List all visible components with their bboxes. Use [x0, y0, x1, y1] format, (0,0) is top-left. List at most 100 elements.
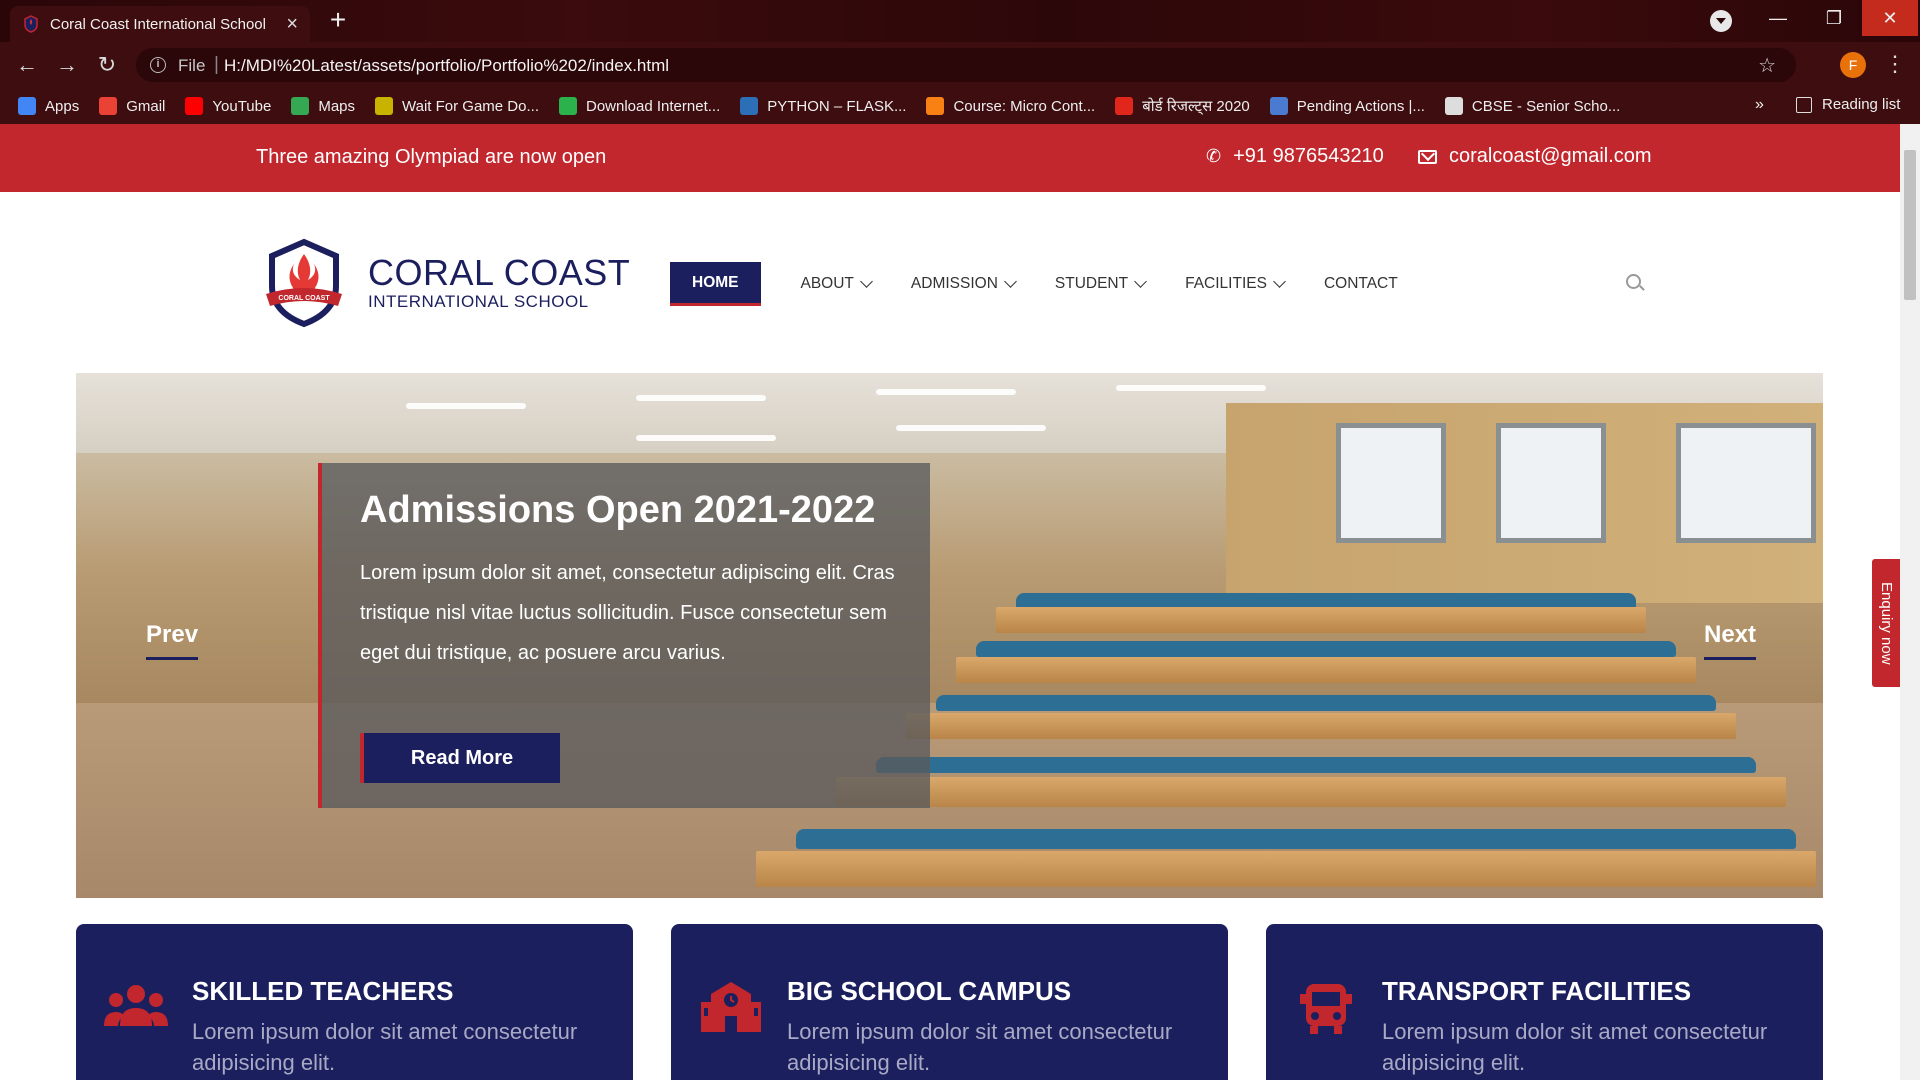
- chevron-down-icon: [1273, 275, 1286, 288]
- school-crest-logo[interactable]: CORAL COAST: [256, 234, 352, 330]
- url-separator: |: [214, 54, 219, 75]
- ceiling-light: [636, 435, 776, 441]
- nav-label: ABOUT: [800, 275, 854, 292]
- reading-list-button[interactable]: Reading list: [1796, 96, 1900, 113]
- address-bar[interactable]: i File | H:/MDI%20Latest/assets/portfoli…: [136, 48, 1796, 82]
- users-group-icon: [104, 985, 168, 1026]
- bookmark-item[interactable]: Pending Actions |...: [1269, 97, 1425, 115]
- green-flag-icon: [559, 97, 577, 115]
- bookmark-item[interactable]: बोर्ड रिजल्ट्स 2020: [1115, 96, 1250, 116]
- desk-row: [906, 713, 1736, 739]
- bookmarks-overflow-button[interactable]: »: [1755, 96, 1764, 114]
- chevron-down-icon: [860, 275, 873, 288]
- bookmark-item[interactable]: CBSE - Senior Scho...: [1444, 97, 1620, 115]
- chair-row: [976, 641, 1676, 657]
- nav-item-home[interactable]: HOME: [670, 262, 761, 306]
- new-tab-button[interactable]: +: [322, 6, 354, 36]
- feature-text: Lorem ipsum dolor sit amet consectetur a…: [1382, 1019, 1768, 1075]
- site-info-icon[interactable]: i: [150, 57, 166, 73]
- tab-close-icon[interactable]: ×: [286, 14, 298, 34]
- bookmark-star-icon[interactable]: ☆: [1758, 53, 1776, 78]
- reload-icon[interactable]: ↻: [92, 50, 122, 80]
- bookmark-item[interactable]: Course: Micro Cont...: [926, 97, 1095, 115]
- enquiry-now-tab[interactable]: Enquiry now: [1872, 559, 1900, 687]
- flask-icon: [740, 97, 759, 115]
- main-navigation: HOME ABOUT ADMISSION STUDENT FACILITIES CONTA…: [670, 262, 1438, 306]
- desk-row: [956, 657, 1696, 683]
- hero-title: Admissions Open 2021-2022: [360, 489, 876, 531]
- bookmark-item[interactable]: Apps: [18, 97, 79, 115]
- url-text[interactable]: H:/MDI%20Latest/assets/portfolio/Portfol…: [224, 56, 669, 76]
- restore-button[interactable]: ❐: [1806, 0, 1862, 36]
- maps-pin-icon: [291, 97, 310, 115]
- chevron-down-icon: [1134, 275, 1147, 288]
- c-logo-icon: [1269, 97, 1288, 115]
- school-name[interactable]: CORAL COAST: [368, 252, 630, 294]
- school-subtitle: INTERNATIONAL SCHOOL: [368, 292, 589, 311]
- apps-grid-icon: [18, 97, 36, 115]
- news18-icon: [1115, 97, 1134, 115]
- url-scheme-label: File: [178, 56, 206, 75]
- envelope-icon: [1418, 149, 1437, 164]
- bookmark-item[interactable]: PYTHON – FLASK...: [740, 97, 906, 115]
- bookmark-label: Course: Micro Cont...: [953, 97, 1096, 115]
- slider-next-button[interactable]: Next: [1704, 621, 1757, 660]
- nav-label: STUDENT: [1054, 275, 1129, 292]
- desk-row: [996, 607, 1646, 633]
- bookmark-label: Pending Actions |...: [1296, 97, 1425, 115]
- bookmark-item[interactable]: Maps: [291, 97, 355, 115]
- site-header: CORAL COAST CORAL COAST INTERNATIONAL SC…: [0, 192, 1900, 372]
- bookmark-label: बोर्ड रिजल्ट्स 2020: [1142, 98, 1250, 115]
- hero-window: [1676, 423, 1816, 543]
- gmail-icon: [99, 97, 118, 115]
- school-building-icon: [701, 982, 761, 1032]
- browser-toolbar: ← → ↻ i File | H:/MDI%20Latest/assets/po…: [0, 42, 1920, 88]
- feature-title: TRANSPORT FACILITIES: [1382, 976, 1692, 1006]
- chair-row: [876, 757, 1756, 773]
- profile-avatar[interactable]: F: [1840, 52, 1866, 78]
- bookmark-item[interactable]: YouTube: [185, 97, 271, 115]
- page-scrollbar[interactable]: [1900, 124, 1920, 1080]
- feature-text: Lorem ipsum dolor sit amet consectetur a…: [192, 1019, 578, 1075]
- hero-window: [1336, 423, 1446, 543]
- ceiling-light: [1116, 385, 1266, 391]
- ipc-games-icon: [375, 97, 394, 115]
- moodle-icon: [926, 97, 945, 115]
- nav-item-admission[interactable]: ADMISSION: [911, 262, 1017, 306]
- tab-search-icon[interactable]: [1710, 10, 1732, 32]
- nav-item-student[interactable]: STUDENT: [1054, 262, 1147, 306]
- read-more-button[interactable]: Read More: [360, 733, 560, 783]
- scrollbar-thumb[interactable]: [1904, 150, 1916, 300]
- window-close-button[interactable]: ✕: [1862, 0, 1918, 36]
- nav-item-contact[interactable]: CONTACT: [1324, 262, 1398, 306]
- minimize-button[interactable]: —: [1750, 0, 1806, 36]
- reading-list-icon: [1796, 96, 1812, 113]
- nav-item-about[interactable]: ABOUT: [800, 262, 873, 306]
- back-arrow-icon[interactable]: ←: [12, 50, 42, 80]
- bookmark-item[interactable]: Download Internet...: [559, 97, 720, 115]
- hero-window: [1496, 423, 1606, 543]
- feature-title: BIG SCHOOL CAMPUS: [787, 976, 1072, 1006]
- bookmark-item[interactable]: Gmail: [99, 97, 165, 115]
- nav-item-facilities[interactable]: FACILITIES: [1185, 262, 1286, 306]
- hero-description: Lorem ipsum dolor sit amet, consectetur …: [360, 562, 895, 664]
- phone-contact[interactable]: ✆ +91 9876543210: [1206, 145, 1384, 168]
- globe-icon: [1444, 97, 1463, 115]
- chevron-down-icon: [1004, 275, 1017, 288]
- slider-prev-button[interactable]: Prev: [146, 621, 199, 660]
- youtube-icon: [185, 97, 204, 115]
- ceiling-light: [406, 403, 526, 409]
- browser-tab[interactable]: Coral Coast International School ×: [10, 6, 310, 42]
- nav-label: FACILITIES: [1185, 275, 1267, 292]
- bookmark-label: Wait For Game Do...: [402, 97, 539, 115]
- browser-menu-icon[interactable]: ⋮: [1884, 50, 1906, 78]
- chair-row: [936, 695, 1716, 711]
- email-contact[interactable]: coralcoast@gmail.com: [1418, 145, 1652, 168]
- web-page: Three amazing Olympiad are now open ✆ +9…: [0, 124, 1920, 1080]
- chair-row: [796, 829, 1796, 849]
- search-icon[interactable]: [1626, 274, 1641, 289]
- ceiling-light: [876, 389, 1016, 395]
- bookmark-item[interactable]: Wait For Game Do...: [375, 97, 539, 115]
- forward-arrow-icon[interactable]: →: [52, 50, 82, 80]
- phone-number: +91 9876543210: [1233, 145, 1384, 167]
